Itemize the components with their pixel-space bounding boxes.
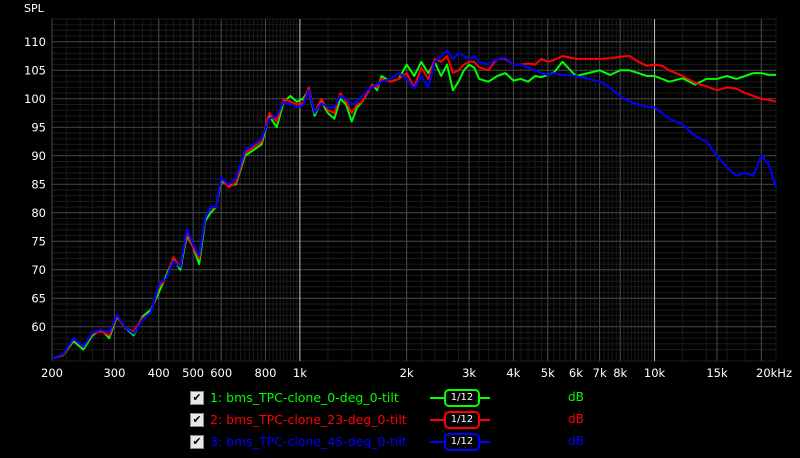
legend-label-2[interactable]: 2: bms_TPC-clone_23-deg_0-tilt xyxy=(210,412,407,427)
y-tick-label: 100 xyxy=(24,92,46,106)
x-tick-labels: 200 300 400 500 600 800 1k 2k 3k 4k 5k 6k 7k 8k 10k 15k… xyxy=(41,366,792,380)
y-tick-label: 70 xyxy=(31,263,46,277)
x-tick-label: 15k xyxy=(706,366,728,380)
legend-item-3: ✔ 3: bms_TPC-clone_45-deg_0-tilt 1/12 dB xyxy=(190,433,610,451)
x-tick-label: 400 xyxy=(148,366,170,380)
legend-item-2: ✔ 2: bms_TPC-clone_23-deg_0-tilt 1/12 dB xyxy=(190,411,610,429)
x-tick-label: 3k xyxy=(462,366,476,380)
x-tick-label: 200 xyxy=(41,366,63,380)
y-tick-labels: 60 65 70 75 80 85 90 95 100 105 110 xyxy=(24,35,46,334)
y-tick-label: 80 xyxy=(31,206,46,220)
x-tick-label: 300 xyxy=(103,366,125,380)
legend-label-3[interactable]: 3: bms_TPC-clone_45-deg_0-tilt xyxy=(210,434,407,449)
x-tick-label: 20kHz xyxy=(756,366,792,380)
x-tick-label: 7k xyxy=(593,366,607,380)
y-tick-label: 60 xyxy=(31,320,46,334)
smoothing-button-1[interactable]: 1/12 xyxy=(444,389,480,407)
frequency-response-chart: 60 65 70 75 80 85 90 95 100 105 110 200 300 400 500 60… xyxy=(24,2,792,380)
y-tick-label: 85 xyxy=(31,177,46,191)
legend-unit-2: dB xyxy=(568,412,584,426)
x-tick-label: 8k xyxy=(613,366,627,380)
x-tick-label: 800 xyxy=(255,366,277,380)
x-tick-label: 6k xyxy=(569,366,583,380)
smoothing-button-2[interactable]: 1/12 xyxy=(444,411,480,429)
legend-unit-1: dB xyxy=(568,390,584,404)
legend-unit-3: dB xyxy=(568,434,584,448)
x-tick-label: 500 xyxy=(182,366,204,380)
x-tick-label: 5k xyxy=(541,366,555,380)
y-tick-label: 105 xyxy=(24,63,46,77)
x-tick-label: 4k xyxy=(506,366,520,380)
x-tick-label: 600 xyxy=(210,366,232,380)
y-tick-label: 110 xyxy=(24,35,46,49)
x-tick-label: 1k xyxy=(293,366,307,380)
x-tick-label: 2k xyxy=(400,366,414,380)
smoothing-button-3[interactable]: 1/12 xyxy=(444,433,480,451)
y-tick-label: 95 xyxy=(31,120,46,134)
y-axis-label: SPL xyxy=(24,2,45,15)
y-tick-label: 90 xyxy=(31,149,46,163)
legend-checkbox-2[interactable]: ✔ xyxy=(190,413,204,427)
legend-label-1[interactable]: 1: bms_TPC-clone_0-deg_0-tilt xyxy=(210,390,399,405)
legend-checkbox-1[interactable]: ✔ xyxy=(190,391,204,405)
y-tick-label: 65 xyxy=(31,291,46,305)
legend-checkbox-3[interactable]: ✔ xyxy=(190,435,204,449)
y-tick-label: 75 xyxy=(31,234,46,248)
legend-item-1: ✔ 1: bms_TPC-clone_0-deg_0-tilt 1/12 dB xyxy=(190,389,610,407)
x-tick-label: 10k xyxy=(644,366,666,380)
